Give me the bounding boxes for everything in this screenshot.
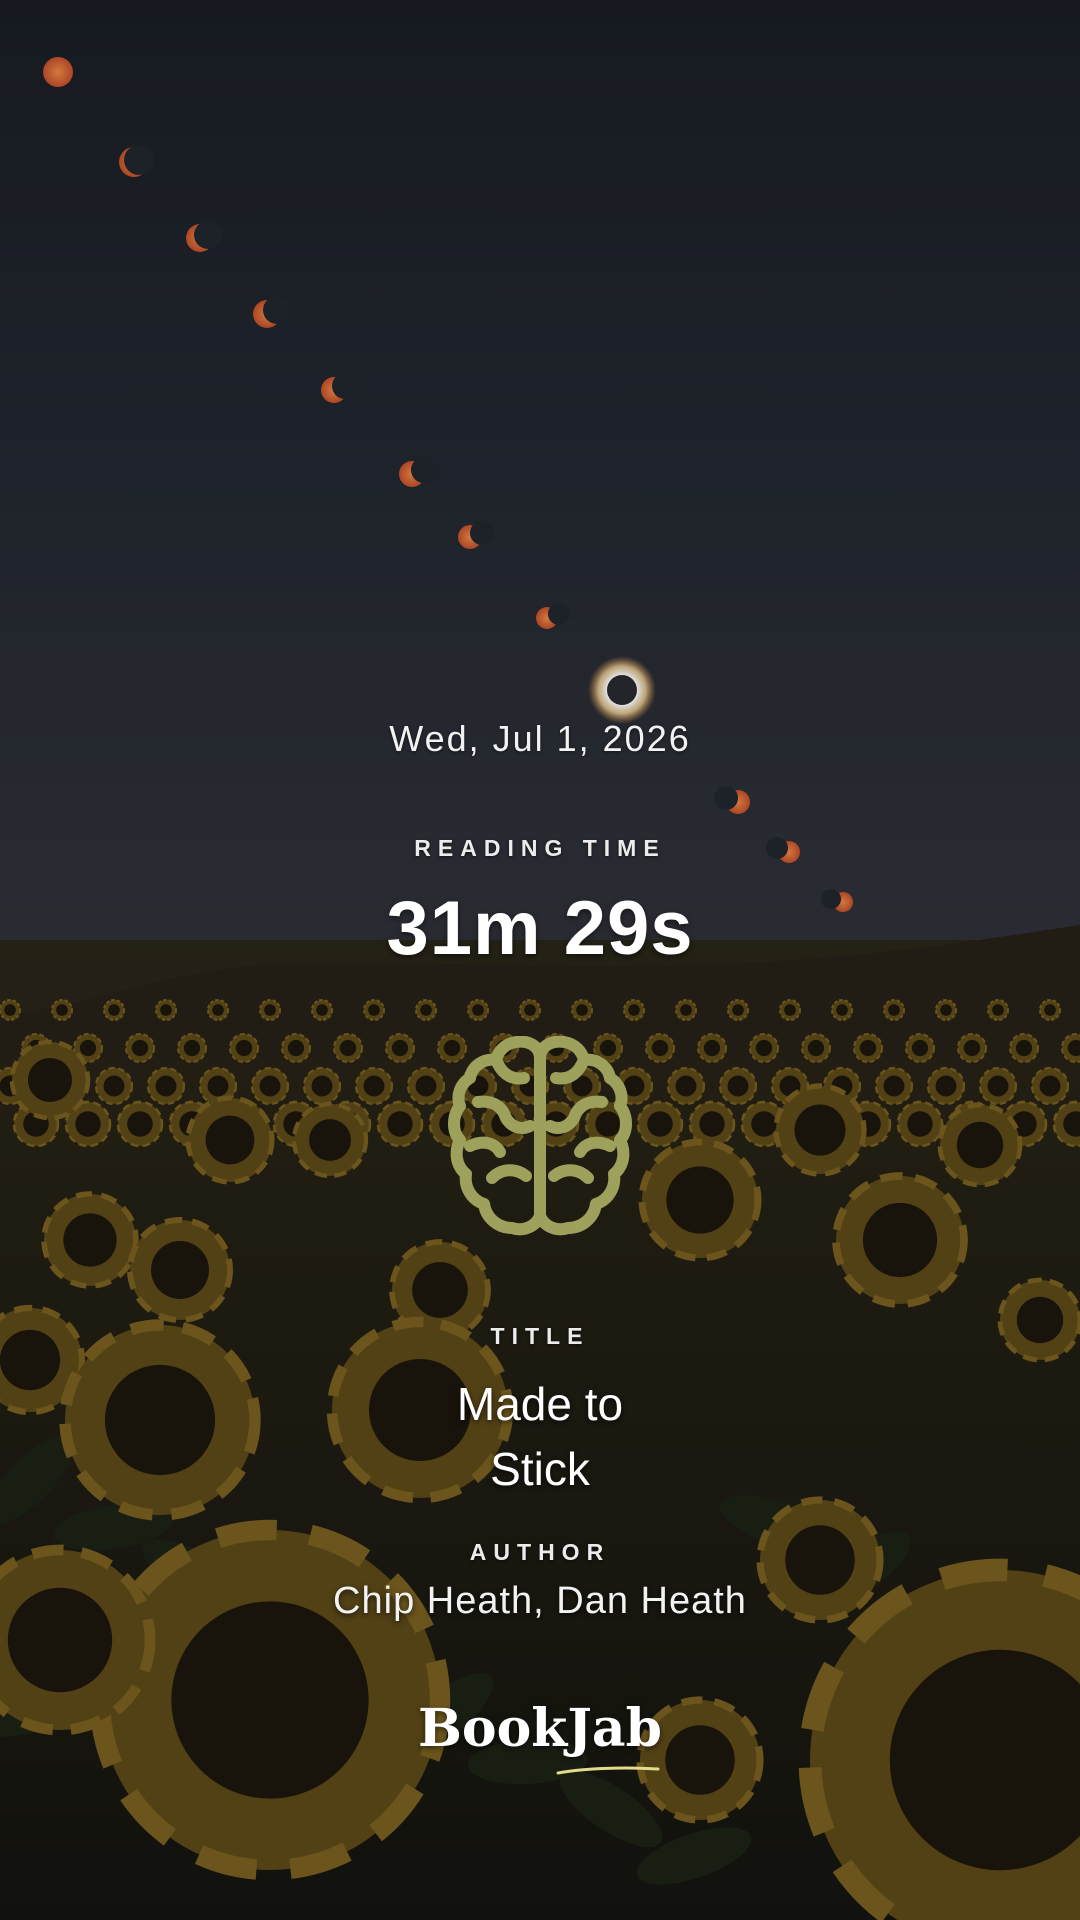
- book-title-line-1: Made to: [456, 1378, 624, 1430]
- reading-summary-card: Wed, Jul 1, 2026 READING TIME 31m 29s TI…: [0, 0, 1080, 1920]
- author-label: AUTHOR: [469, 1539, 611, 1565]
- reading-time-value: 31m 29s: [386, 886, 694, 971]
- bookjab-logo: BookJab: [417, 1698, 662, 1759]
- session-date: Wed, Jul 1, 2026: [389, 718, 691, 759]
- title-label: TITLE: [490, 1323, 590, 1349]
- brain-icon: [448, 1035, 632, 1242]
- logo-underline: [556, 1766, 660, 1775]
- book-title-line-2: Stick: [490, 1443, 590, 1495]
- reading-time-label: READING TIME: [414, 835, 666, 861]
- author-name: Chip Heath, Dan Heath: [333, 1580, 747, 1622]
- book-title: Made to Stick: [290, 1372, 790, 1502]
